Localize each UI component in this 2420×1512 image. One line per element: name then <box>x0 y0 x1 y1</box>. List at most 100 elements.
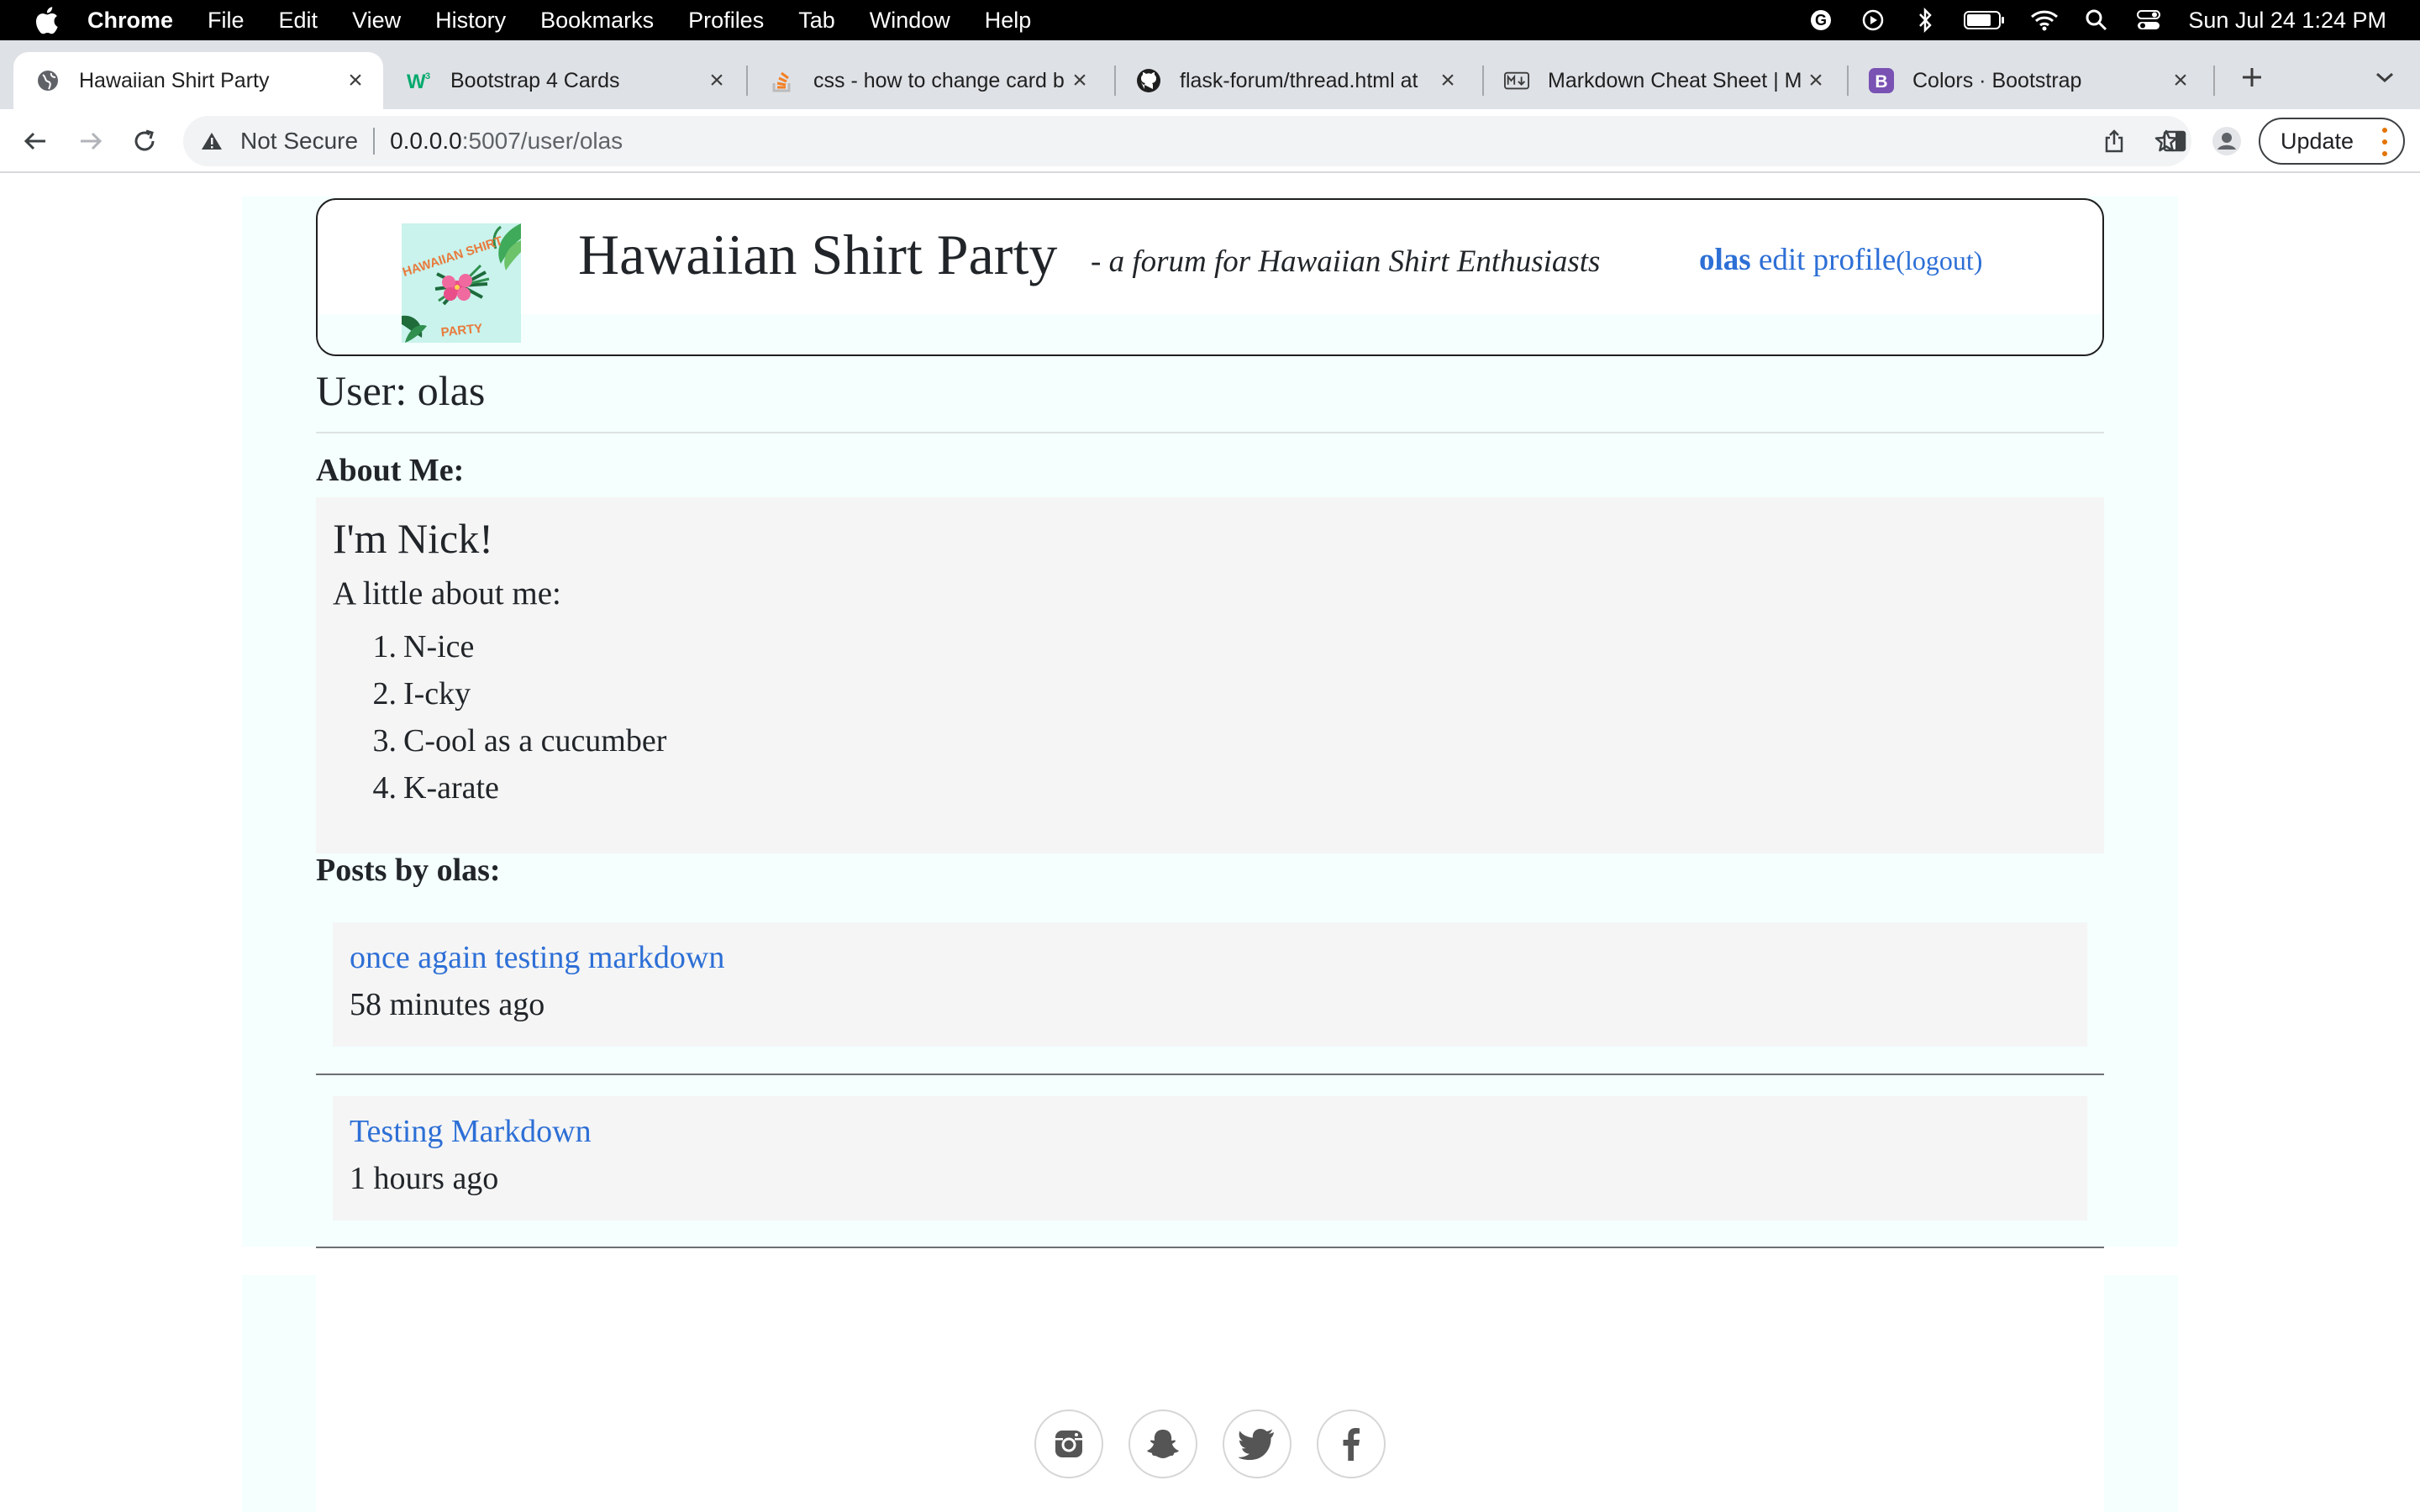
username-link[interactable]: olas <box>1699 243 1751 277</box>
apple-logo-icon[interactable] <box>30 6 62 34</box>
list-item: 1. N-ice <box>372 629 475 664</box>
update-button[interactable]: Update <box>2259 118 2405 165</box>
list-item: 3. C-ool as a cucumber <box>372 723 667 759</box>
tab-title: Colors · Bootstrap <box>1912 68 2082 92</box>
menu-help[interactable]: Help <box>985 8 1032 34</box>
about-intro: A little about me: <box>333 575 561 612</box>
post-timestamp: 58 minutes ago <box>350 987 545 1022</box>
browser-toolbar: Not Secure 0.0.0.0:5007/user/olas Update <box>0 109 2420 173</box>
tab-title: Markdown Cheat Sheet | M <box>1548 68 1802 92</box>
new-tab-icon[interactable] <box>2235 60 2269 94</box>
post-card: once again testing markdown 58 minutes a… <box>333 922 2087 1047</box>
svg-text:B: B <box>1875 72 1887 92</box>
site-tagline: - a forum for Hawaiian Shirt Enthusiasts <box>1091 244 1601 279</box>
tab-bootstrap-cards[interactable]: W3 Bootstrap 4 Cards × <box>385 52 744 109</box>
close-tab-icon[interactable]: × <box>1067 66 1092 94</box>
forward-icon[interactable] <box>74 124 108 158</box>
markdown-icon <box>1504 68 1529 93</box>
divider <box>316 1074 2104 1075</box>
tab-title: Hawaiian Shirt Party <box>79 68 270 92</box>
reload-icon[interactable] <box>128 124 161 158</box>
bluetooth-icon[interactable] <box>1911 6 1939 34</box>
update-label: Update <box>2281 128 2354 154</box>
tab-separator <box>2213 66 2215 96</box>
svg-text:G: G <box>1815 12 1827 29</box>
profile-avatar-icon[interactable] <box>2210 124 2244 158</box>
menu-tab[interactable]: Tab <box>798 8 835 34</box>
tab-markdown-cheat-sheet[interactable]: Markdown Cheat Sheet | M × <box>1482 52 1844 109</box>
address-bar[interactable]: Not Secure 0.0.0.0:5007/user/olas <box>183 116 2191 166</box>
control-center-icon[interactable] <box>2134 6 2163 34</box>
tab-github-flask-forum[interactable]: flask-forum/thread.html at × <box>1114 52 1476 109</box>
tab-title: flask-forum/thread.html at <box>1180 68 1418 92</box>
page-title: User: olas <box>316 367 486 414</box>
about-label: About Me: <box>316 453 465 488</box>
menu-profiles[interactable]: Profiles <box>688 8 764 34</box>
browser-tab-strip: Hawaiian Shirt Party × W3 Bootstrap 4 Ca… <box>0 40 2420 109</box>
edit-profile-link[interactable]: edit profile <box>1759 243 1896 277</box>
close-tab-icon[interactable]: × <box>1803 66 1828 94</box>
security-label[interactable]: Not Secure <box>240 128 358 155</box>
url-path: :5007/user/olas <box>461 128 623 154</box>
url-host: 0.0.0.0 <box>390 128 462 154</box>
site-title[interactable]: Hawaiian Shirt Party <box>578 222 1057 288</box>
site-header: HAWAIIAN SHIRT PARTY Hawaiian Shirt Part… <box>316 198 2104 356</box>
sidebar-toggle-icon[interactable] <box>2158 124 2191 158</box>
tab-title: Bootstrap 4 Cards <box>450 68 620 92</box>
battery-icon[interactable] <box>1963 6 2007 34</box>
about-heading: I'm Nick! <box>333 515 493 562</box>
menu-edit[interactable]: Edit <box>279 8 318 34</box>
post-timestamp: 1 hours ago <box>350 1161 499 1196</box>
menu-window[interactable]: Window <box>870 8 950 34</box>
play-icon[interactable] <box>1859 6 1887 34</box>
web-page: HAWAIIAN SHIRT PARTY Hawaiian Shirt Part… <box>0 175 2420 1512</box>
warning-icon[interactable] <box>198 128 225 155</box>
menu-app-name[interactable]: Chrome <box>87 8 173 34</box>
menu-history[interactable]: History <box>435 8 506 34</box>
about-me-card: I'm Nick! A little about me: 1. N-ice 2. I… <box>316 497 2104 853</box>
divider <box>316 1247 2104 1248</box>
post-title-link[interactable]: Testing Markdown <box>350 1113 592 1150</box>
user-links: olas edit profile(logout) <box>1699 242 1982 278</box>
close-tab-icon[interactable]: × <box>704 66 729 94</box>
github-icon <box>1136 68 1161 93</box>
stackoverflow-icon <box>770 68 795 93</box>
close-tab-icon[interactable]: × <box>2168 66 2193 94</box>
facebook-icon[interactable] <box>1317 1410 1386 1478</box>
share-icon[interactable] <box>2101 128 2128 155</box>
tab-hawaiian-shirt-party[interactable]: Hawaiian Shirt Party × <box>13 52 383 109</box>
snapchat-icon[interactable] <box>1128 1410 1197 1478</box>
macos-menu-bar: Chrome File Edit View History Bookmarks … <box>0 0 2420 40</box>
logout-link[interactable]: (logout) <box>1896 245 1982 276</box>
menu-view[interactable]: View <box>352 8 401 34</box>
about-list: 1. N-ice 2. I-cky 3. C-ool as a cucumber 4.… <box>333 623 667 811</box>
svg-text:3: 3 <box>425 71 430 81</box>
menu-bookmarks[interactable]: Bookmarks <box>540 8 654 34</box>
close-tab-icon[interactable]: × <box>1435 66 1460 94</box>
more-menu-icon[interactable] <box>2381 128 2388 156</box>
footer <box>316 1275 2104 1512</box>
instagram-icon[interactable] <box>1034 1410 1103 1478</box>
chevron-down-icon[interactable] <box>2368 60 2402 94</box>
svg-text:W: W <box>407 71 426 92</box>
posts-label: Posts by olas: <box>316 853 501 888</box>
list-item: 4. K-arate <box>372 770 499 806</box>
post-title-link[interactable]: once again testing markdown <box>350 939 724 976</box>
twitter-icon[interactable] <box>1223 1410 1292 1478</box>
menu-file[interactable]: File <box>208 8 245 34</box>
close-tab-icon[interactable]: × <box>343 66 368 94</box>
spotlight-search-icon[interactable] <box>2082 6 2111 34</box>
tab-stackoverflow[interactable]: css - how to change card b × <box>748 52 1107 109</box>
tab-title: css - how to change card b <box>813 68 1065 92</box>
tab-bootstrap-colors[interactable]: B Colors · Bootstrap × <box>1847 52 2208 109</box>
wifi-icon[interactable] <box>2030 6 2059 34</box>
site-logo[interactable]: HAWAIIAN SHIRT PARTY <box>402 223 521 343</box>
bootstrap-icon: B <box>1869 68 1894 93</box>
menubar-clock[interactable]: Sun Jul 24 1:24 PM <box>2188 8 2386 34</box>
globe-icon <box>35 68 60 93</box>
header-band <box>318 314 2102 354</box>
grammarly-icon[interactable]: G <box>1807 6 1835 34</box>
divider <box>316 432 2104 433</box>
back-icon[interactable] <box>18 124 52 158</box>
w3-icon: W3 <box>407 68 432 93</box>
